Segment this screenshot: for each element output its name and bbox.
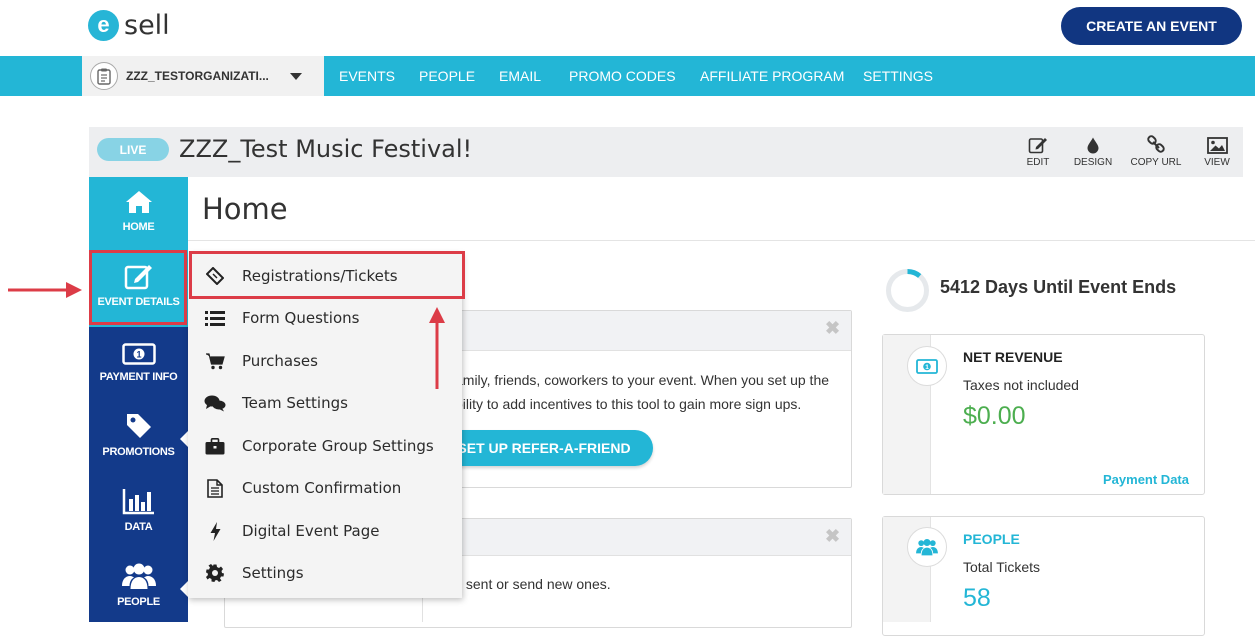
menu-item-label: Corporate Group Settings [242,437,434,455]
sidebar-item-label: HOME [122,221,155,233]
organization-name: ZZZ_TESTORGANIZATI... [126,69,269,83]
briefcase-icon [188,437,242,455]
edit-label: EDIT [1026,157,1050,168]
cart-icon [188,352,242,370]
refer-description: amily, friends, coworkers to your event.… [455,368,855,416]
net-revenue-title: NET REVENUE [963,349,1063,365]
svg-text:1: 1 [925,364,929,371]
nav-affiliate-program[interactable]: AFFILIATE PROGRAM [700,56,844,96]
menu-item-custom-confirmation[interactable]: Custom Confirmation [188,467,462,509]
users-icon [89,552,188,590]
design-label: DESIGN [1073,157,1113,168]
money-icon: 1 [907,346,947,386]
menu-item-label: Custom Confirmation [242,479,402,497]
menu-item-corporate-group-settings[interactable]: Corporate Group Settings [188,425,462,467]
countdown-ring [886,269,929,312]
design-tool[interactable]: DESIGN [1070,135,1116,168]
esell-logo[interactable]: e sell [88,8,170,42]
nav-people[interactable]: PEOPLE [419,56,475,96]
logo-mark: e [88,9,119,41]
chevron-down-icon [290,72,302,80]
highlight-event-details [89,250,187,325]
nav-settings[interactable]: SETTINGS [863,56,933,96]
nav-events[interactable]: EVENTS [339,56,395,96]
status-badge: LIVE [97,138,169,161]
menu-item-label: Digital Event Page [242,522,380,540]
organization-selector[interactable]: ZZZ_TESTORGANIZATI... [82,56,324,96]
menu-item-label: Settings [242,564,304,582]
sidebar-item-label: PAYMENT INFO [99,371,178,383]
people-value: 58 [963,584,991,612]
sidebar-item-promotions[interactable]: PROMOTIONS [89,402,188,477]
edit-tool[interactable]: EDIT [1020,135,1056,168]
people-subtitle: Total Tickets [963,559,1041,575]
highlight-registrations-tickets [189,251,465,299]
gear-icon [188,564,242,582]
menu-item-label: Team Settings [242,394,348,412]
setup-refer-a-friend-button[interactable]: SET UP REFER-A-FRIEND [435,430,653,466]
close-icon[interactable]: ✖ [825,526,840,547]
sidebar-item-data[interactable]: DATA [89,477,188,552]
menu-item-form-questions[interactable]: Form Questions [188,297,462,339]
view-label: VIEW [1204,157,1230,168]
home-icon [89,177,188,215]
menu-item-label: Purchases [242,352,318,370]
bar-chart-icon [89,477,188,515]
days-until-event-ends: 5412 Days Until Event Ends [940,277,1177,297]
sidebar-item-people[interactable]: PEOPLE [89,552,188,627]
copy-url-label: COPY URL [1130,157,1182,168]
payment-data-link[interactable]: Payment Data [1103,472,1189,487]
menu-item-settings[interactable]: Settings [188,552,462,594]
menu-item-team-settings[interactable]: Team Settings [188,382,462,424]
page-title: Home [202,192,288,226]
sidebar-item-label: PEOPLE [117,596,160,608]
sidebar-item-label: DATA [124,521,153,533]
sidebar-item-label: PROMOTIONS [102,446,175,458]
svg-text:1: 1 [136,350,141,360]
sidebar-item-payment-info[interactable]: 1 PAYMENT INFO [89,327,188,402]
nav-email[interactable]: EMAIL [499,56,541,96]
bolt-icon [188,521,242,541]
create-event-button[interactable]: CREATE AN EVENT [1061,7,1242,45]
annotation-arrow-up [429,307,445,389]
logo-wordmark: sell [124,9,170,41]
net-revenue-value: $0.00 [963,402,1026,430]
sidebar-item-home[interactable]: HOME [89,177,188,252]
document-icon [188,478,242,498]
close-icon[interactable]: ✖ [825,318,840,339]
refer-description-line: amily, friends, coworkers to your event.… [455,372,830,388]
menu-item-label: Form Questions [242,309,360,327]
tag-icon [89,402,188,440]
divider [188,240,1255,241]
list-icon [188,310,242,326]
people-title[interactable]: PEOPLE [963,531,1020,547]
net-revenue-subtitle: Taxes not included [963,377,1079,393]
edit-icon [1020,135,1056,155]
menu-item-purchases[interactable]: Purchases [188,340,462,382]
clipboard-icon [90,62,118,90]
messages-description: y sent or send new ones. [455,576,611,592]
comments-icon [188,395,242,412]
menu-item-digital-event-page[interactable]: Digital Event Page [188,510,462,552]
droplet-icon [1070,135,1116,155]
users-icon [907,527,947,567]
refer-description-line: bility to add incentives to this tool to… [455,396,802,412]
image-icon [1200,135,1234,155]
event-title: ZZZ_Test Music Festival! [179,135,473,163]
nav-promo-codes[interactable]: PROMO CODES [569,56,676,96]
money-icon: 1 [89,327,188,365]
annotation-arrow-right [8,282,82,298]
copy-url-tool[interactable]: COPY URL [1128,135,1184,168]
link-icon [1128,135,1184,155]
view-tool[interactable]: VIEW [1200,135,1234,168]
